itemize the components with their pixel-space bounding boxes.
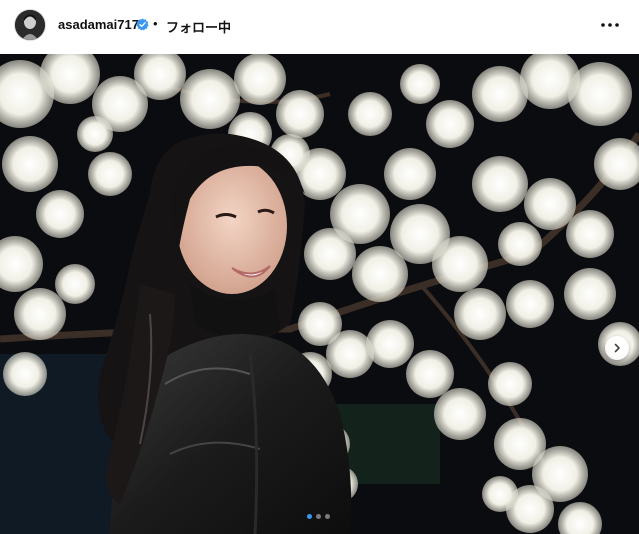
next-photo-button[interactable] — [605, 336, 629, 360]
carousel-dot-1 — [307, 514, 312, 519]
avatar-image — [15, 10, 45, 40]
more-options-button[interactable] — [599, 14, 621, 36]
chevron-right-icon — [614, 343, 620, 353]
more-options-icon — [601, 23, 619, 27]
post-photo[interactable] — [0, 54, 639, 534]
cherry-blossom-portrait-image — [0, 54, 639, 534]
separator-dot: • — [153, 16, 158, 31]
username-link[interactable]: asadamai717 — [58, 17, 139, 32]
post-header: asadamai717 • フォロー中 — [0, 0, 639, 54]
avatar[interactable] — [15, 10, 45, 40]
verified-icon — [136, 18, 149, 31]
carousel-indicator — [307, 514, 330, 519]
carousel-dot-3 — [325, 514, 330, 519]
carousel-dot-2 — [316, 514, 321, 519]
follow-status-button[interactable]: フォロー中 — [166, 17, 231, 36]
